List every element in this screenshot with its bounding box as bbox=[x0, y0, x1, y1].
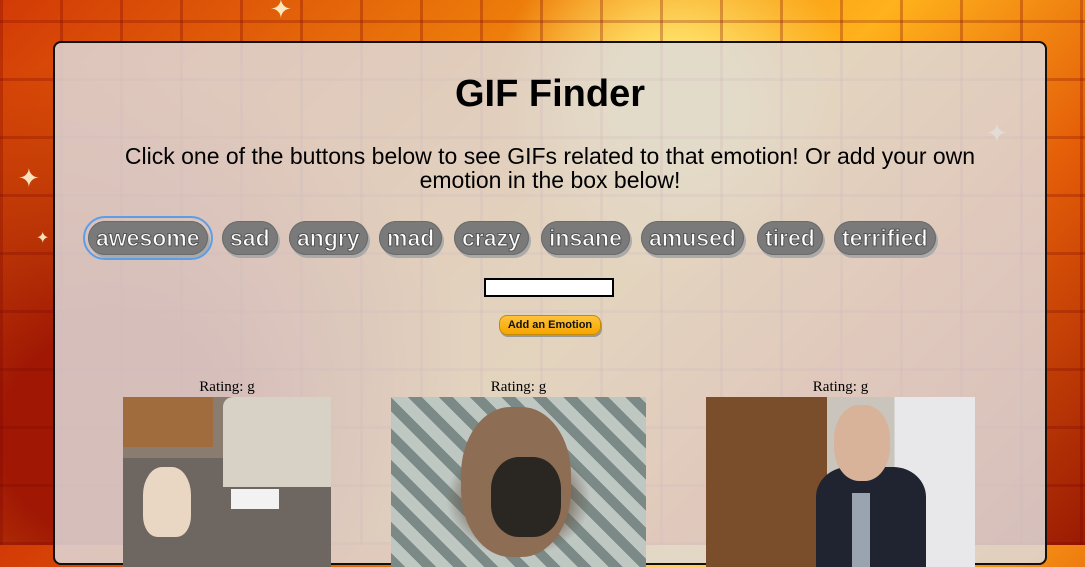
sparkle-icon: ✦ bbox=[18, 163, 40, 193]
emotion-button-amused[interactable]: amused bbox=[641, 221, 744, 255]
instructions-text: Click one of the buttons below to see GI… bbox=[124, 143, 976, 193]
main-panel: GIF Finder Click one of the buttons belo… bbox=[53, 41, 1047, 567]
couch-shape bbox=[223, 397, 331, 487]
gif-image[interactable] bbox=[391, 397, 646, 567]
gif-result: Rating: g bbox=[706, 379, 975, 567]
gif-result: Rating: g bbox=[123, 379, 331, 567]
gif-image[interactable] bbox=[706, 397, 975, 567]
person-suit-shape bbox=[816, 467, 926, 567]
box-shape bbox=[231, 489, 279, 509]
emotion-button-angry[interactable]: angry bbox=[289, 221, 368, 255]
add-emotion-button[interactable]: Add an Emotion bbox=[499, 315, 601, 335]
emotion-button-insane[interactable]: insane bbox=[541, 221, 630, 255]
sparkle-icon: ✦ bbox=[270, 0, 292, 24]
emotion-button-crazy[interactable]: crazy bbox=[454, 221, 529, 255]
dog-shape bbox=[143, 467, 191, 537]
emotion-button-awesome[interactable]: awesome bbox=[83, 216, 213, 260]
gif-result: Rating: g bbox=[391, 379, 646, 567]
gif-rating: Rating: g bbox=[199, 379, 255, 395]
emotion-button-tired[interactable]: tired bbox=[757, 221, 823, 255]
page-title: GIF Finder bbox=[455, 73, 645, 115]
gif-image[interactable] bbox=[123, 397, 331, 567]
person-face-shape bbox=[834, 405, 890, 481]
dog-shape bbox=[491, 457, 561, 537]
furniture-shape bbox=[123, 397, 213, 447]
emotion-input[interactable] bbox=[484, 278, 614, 297]
gif-rating: Rating: g bbox=[812, 379, 869, 395]
emotion-button-sad[interactable]: sad bbox=[222, 221, 278, 255]
emotion-button-terrified[interactable]: terrified bbox=[834, 221, 936, 255]
emotion-button-mad[interactable]: mad bbox=[379, 221, 443, 255]
sparkle-icon: ✦ bbox=[36, 230, 50, 247]
tie-shape bbox=[852, 493, 870, 567]
gif-rating: Rating: g bbox=[490, 379, 547, 395]
